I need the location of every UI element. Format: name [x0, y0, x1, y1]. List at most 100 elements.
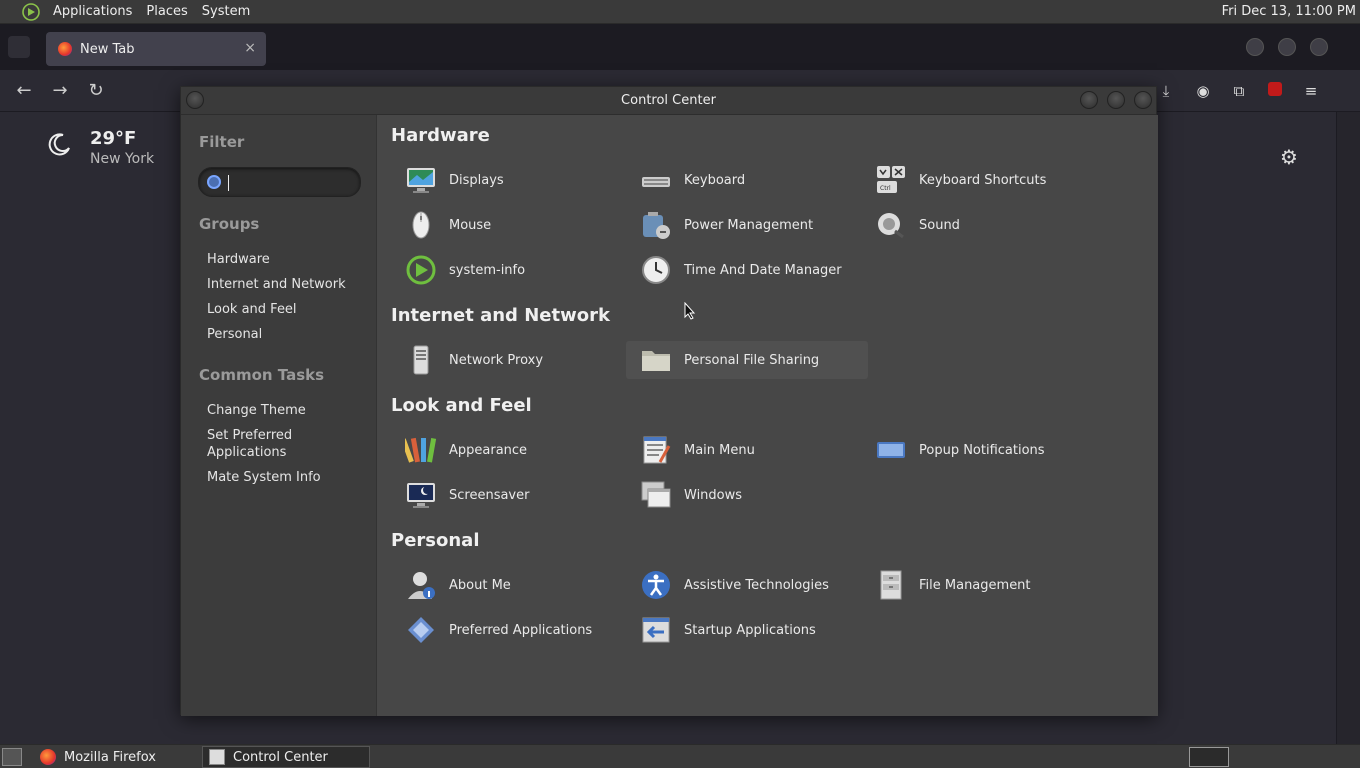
- item-label: Time And Date Manager: [684, 262, 842, 278]
- ublock-icon[interactable]: [1264, 80, 1286, 102]
- tab-close-icon[interactable]: ×: [244, 40, 256, 56]
- item-label: Assistive Technologies: [684, 577, 829, 593]
- filter-heading: Filter: [199, 133, 245, 151]
- item-label: Keyboard: [684, 172, 746, 188]
- item-keyboard[interactable]: Keyboard: [626, 161, 851, 199]
- item-displays[interactable]: Displays: [391, 161, 616, 199]
- moon-icon: [48, 133, 70, 156]
- firefox-icon: [40, 749, 56, 765]
- screensaver-icon: [407, 483, 435, 508]
- groups-heading: Groups: [199, 215, 260, 233]
- weather-widget[interactable]: 29°F New York: [46, 128, 154, 167]
- task-preferred-apps[interactable]: Set Preferred Applications: [207, 427, 317, 461]
- page-scrollbar[interactable]: [1336, 112, 1360, 744]
- group-link-internet[interactable]: Internet and Network: [207, 276, 346, 293]
- windows-icon: [641, 481, 671, 508]
- item-screensaver[interactable]: Screensaver: [391, 476, 616, 514]
- cc-title: Control Center: [621, 93, 716, 108]
- weather-city: New York: [90, 151, 155, 167]
- applications-menu[interactable]: Applications: [46, 4, 139, 19]
- reload-icon[interactable]: ↻: [85, 80, 107, 102]
- section-hardware: Hardware: [391, 125, 490, 146]
- keyboard-shortcuts-icon: Ctrl: [877, 166, 905, 193]
- section-personal: Personal: [391, 530, 480, 551]
- item-main-menu[interactable]: Main Menu: [626, 431, 851, 469]
- firefox-tabbar: New Tab ×: [0, 24, 1360, 70]
- download-icon[interactable]: ⤓: [1155, 80, 1177, 102]
- item-sound[interactable]: Sound: [861, 206, 1086, 244]
- sound-icon: [878, 213, 904, 239]
- group-link-personal[interactable]: Personal: [207, 326, 262, 343]
- system-menu[interactable]: System: [195, 4, 257, 19]
- tab-new-tab[interactable]: New Tab ×: [46, 32, 266, 66]
- mouse-pointer-icon: [684, 302, 696, 320]
- cc-main-panel: Hardware Displays Keyboard Ctrl Keyboard…: [376, 115, 1158, 716]
- task-firefox[interactable]: Mozilla Firefox: [34, 746, 200, 768]
- group-link-hardware[interactable]: Hardware: [207, 251, 270, 268]
- extensions-icon[interactable]: ⧉: [1228, 80, 1250, 102]
- main-menu-icon: [643, 436, 671, 464]
- accessibility-icon: [642, 571, 670, 599]
- mate-logo-icon[interactable]: [22, 2, 40, 21]
- workspace-switcher[interactable]: [1189, 747, 1229, 767]
- forward-arrow-icon[interactable]: →: [49, 80, 71, 102]
- item-popup-notifications[interactable]: Popup Notifications: [861, 431, 1086, 469]
- panel-clock[interactable]: Fri Dec 13, 11:00 PM: [1222, 4, 1356, 19]
- item-network-proxy[interactable]: Network Proxy: [391, 341, 616, 379]
- item-startup-apps[interactable]: Startup Applications: [626, 611, 851, 649]
- cc-titlebar[interactable]: Control Center: [181, 87, 1156, 115]
- item-label: Mouse: [449, 217, 492, 233]
- item-file-management[interactable]: File Management: [861, 566, 1086, 604]
- item-windows[interactable]: Windows: [626, 476, 851, 514]
- group-link-look-feel[interactable]: Look and Feel: [207, 301, 297, 318]
- item-mouse[interactable]: Mouse: [391, 206, 616, 244]
- bottom-panel: Mozilla Firefox Control Center: [0, 744, 1360, 768]
- keyboard-icon: [642, 177, 670, 187]
- item-label: Keyboard Shortcuts: [919, 172, 1047, 188]
- item-label: Screensaver: [449, 487, 530, 503]
- item-label: Popup Notifications: [919, 442, 1045, 458]
- close-window-button[interactable]: [1310, 38, 1328, 56]
- newtab-settings-gear-icon[interactable]: ⚙: [1280, 145, 1298, 169]
- minimize-button[interactable]: [1246, 38, 1264, 56]
- item-power-management[interactable]: Power Management: [626, 206, 851, 244]
- top-panel: Applications Places System Fri Dec 13, 1…: [0, 0, 1360, 24]
- appearance-icon: [405, 437, 437, 463]
- item-time-date[interactable]: Time And Date Manager: [626, 251, 851, 289]
- item-label: Network Proxy: [449, 352, 544, 368]
- system-info-icon: [406, 255, 436, 285]
- cc-maximize-button[interactable]: [1107, 91, 1125, 109]
- filter-input[interactable]: [198, 167, 361, 197]
- tab-title: New Tab: [80, 41, 135, 57]
- about-me-icon: [408, 572, 435, 599]
- item-personal-file-sharing[interactable]: Personal File Sharing: [626, 341, 868, 379]
- item-keyboard-shortcuts[interactable]: Ctrl Keyboard Shortcuts: [861, 161, 1086, 199]
- item-preferred-apps[interactable]: Preferred Applications: [391, 611, 616, 649]
- hamburger-menu-icon[interactable]: ≡: [1300, 80, 1322, 102]
- task-change-theme[interactable]: Change Theme: [207, 402, 306, 419]
- task-control-center[interactable]: Control Center: [202, 746, 370, 768]
- item-label: Main Menu: [684, 442, 755, 458]
- cc-close-button[interactable]: [1134, 91, 1152, 109]
- cc-minimize-button[interactable]: [1080, 91, 1098, 109]
- account-icon[interactable]: ◉: [1192, 80, 1214, 102]
- network-proxy-icon: [413, 345, 429, 375]
- item-label: Sound: [919, 217, 960, 233]
- item-label: system-info: [449, 262, 526, 278]
- tab-overview-button[interactable]: [8, 36, 30, 58]
- item-label: Power Management: [684, 217, 814, 233]
- item-appearance[interactable]: Appearance: [391, 431, 616, 469]
- back-arrow-icon[interactable]: ←: [13, 80, 35, 102]
- section-internet-network: Internet and Network: [391, 305, 610, 326]
- firefox-tab-icon: [58, 42, 72, 56]
- task-label: Control Center: [233, 749, 328, 765]
- item-assistive-tech[interactable]: Assistive Technologies: [626, 566, 851, 604]
- item-system-info[interactable]: system-info: [391, 251, 616, 289]
- item-about-me[interactable]: About Me: [391, 566, 616, 604]
- show-desktop-icon[interactable]: [2, 748, 22, 766]
- control-center-window: Control Center Filter Groups Hardware In…: [180, 86, 1158, 716]
- task-system-info[interactable]: Mate System Info: [207, 469, 321, 486]
- maximize-button[interactable]: [1278, 38, 1296, 56]
- item-label: Preferred Applications: [449, 622, 593, 638]
- places-menu[interactable]: Places: [139, 4, 194, 19]
